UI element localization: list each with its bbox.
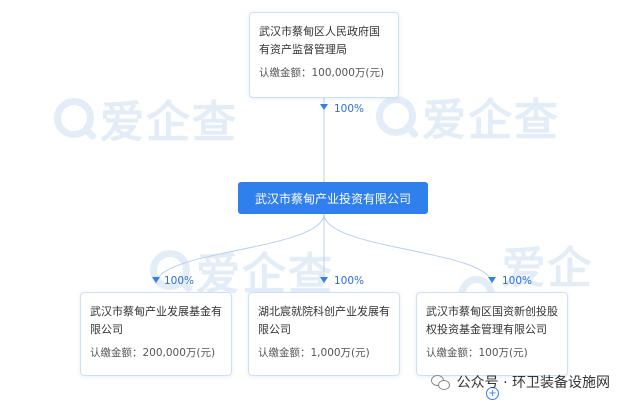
node-subsidiary[interactable]: 武汉市蔡甸区国资新创投股权投资基金管理有限公司 认缴金额：100万(元) (416, 292, 568, 376)
footer-caption: 公众号 · 环卫装备设施网 (430, 372, 610, 392)
arrow-child1 (152, 277, 160, 283)
arrow-child3 (488, 277, 496, 283)
node-amount: 认缴金额：200,000万(元) (90, 347, 216, 359)
arrow-top (320, 104, 328, 110)
percent-label-child1: 100% (164, 275, 195, 287)
percent-label-top: 100% (334, 103, 365, 115)
node-name: 武汉市蔡甸产业发展基金有限公司 (90, 305, 222, 336)
arrow-child2 (320, 277, 328, 283)
node-subsidiary[interactable]: 湖北宸就院科创产业发展有限公司 认缴金额：1,000万(元) (248, 292, 400, 376)
percent-label-child3: 100% (502, 275, 533, 287)
node-name: 湖北宸就院科创产业发展有限公司 (258, 305, 390, 336)
node-amount: 认缴金额：1,000万(元) (258, 347, 370, 359)
node-amount: 认缴金额：100,000万(元) (259, 67, 385, 79)
footer-text: 公众号 · 环卫装备设施网 (456, 375, 610, 391)
node-name: 武汉市蔡甸区人民政府国有资产监督管理局 (259, 25, 380, 56)
wechat-icon (430, 374, 451, 390)
node-name: 武汉市蔡甸区国资新创投股权投资基金管理有限公司 (426, 305, 558, 336)
connector-child3 (323, 213, 493, 285)
connector-child1 (155, 213, 325, 285)
node-center-company[interactable]: 武汉市蔡甸产业投资有限公司 (238, 182, 428, 214)
node-subsidiary[interactable]: 武汉市蔡甸产业发展基金有限公司 认缴金额：200,000万(元) (80, 292, 232, 376)
node-amount: 认缴金额：100万(元) (426, 347, 528, 359)
node-shareholder[interactable]: 武汉市蔡甸区人民政府国有资产监督管理局 认缴金额：100,000万(元) (249, 12, 399, 98)
percent-label-child2: 100% (334, 275, 365, 287)
